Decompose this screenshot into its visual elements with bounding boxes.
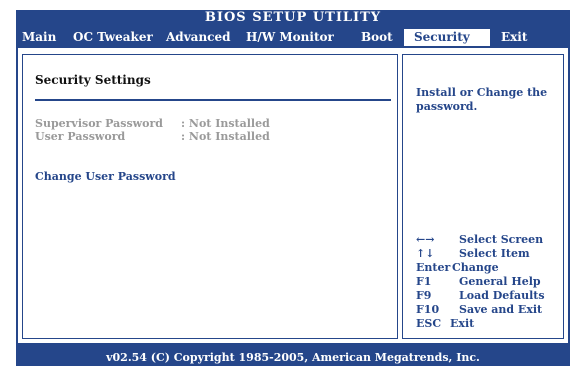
key-name: F9	[416, 289, 432, 302]
key-row: ←→ Select Screen	[416, 233, 561, 247]
menu-bar: Main OC Tweaker Advanced H/W Monitor Boo…	[16, 29, 570, 46]
menu-boot[interactable]: Boot	[361, 29, 393, 46]
key-legend: ←→ Select Screen ↑↓ Select Item Enter Chang…	[416, 233, 561, 331]
key-desc: General Help	[459, 275, 541, 288]
menu-hw-monitor[interactable]: H/W Monitor	[246, 29, 334, 46]
copyright-footer: v02.54 (C) Copyright 1985-2005, American…	[106, 351, 480, 364]
key-row: Enter Change	[416, 261, 561, 275]
help-pane: Install or Change the password. ←→ Select…	[402, 54, 564, 339]
help-text: Install or Change the password.	[416, 86, 548, 113]
change-supervisor-password-item[interactable]: Change Supervisor Password	[35, 157, 213, 170]
user-password-label: User Password	[35, 130, 126, 143]
key-row: F9 Load Defaults	[416, 289, 561, 303]
menu-oc-tweaker[interactable]: OC Tweaker	[73, 29, 153, 46]
key-desc: Load Defaults	[459, 289, 545, 302]
settings-pane: Security Settings Supervisor Password : N…	[22, 54, 398, 339]
content-panel: Security Settings Supervisor Password : N…	[18, 48, 568, 343]
supervisor-password-label: Supervisor Password	[35, 117, 163, 130]
key-name: ESC	[416, 317, 442, 330]
change-user-password-item[interactable]: Change User Password	[35, 170, 176, 183]
key-row: F1 General Help	[416, 275, 561, 289]
key-name: F1	[416, 275, 432, 288]
window-title: BIOS SETUP UTILITY	[204, 10, 382, 25]
menu-advanced[interactable]: Advanced	[166, 29, 231, 46]
arrows-vertical-icon: ↑↓	[416, 247, 435, 260]
key-row: ESC Exit	[416, 317, 561, 331]
menu-exit[interactable]: Exit	[501, 29, 527, 46]
key-desc: Save and Exit	[459, 303, 543, 316]
heading-divider	[35, 99, 391, 101]
key-row: ↑↓ Select Item	[416, 247, 561, 261]
key-desc: Exit	[450, 317, 475, 330]
bios-screen: BIOS SETUP UTILITY Main OC Tweaker Advan…	[16, 10, 570, 366]
supervisor-password-status: : Not Installed	[181, 117, 270, 130]
supervisor-password-row: Supervisor Password : Not Installed	[35, 117, 270, 130]
arrows-horizontal-icon: ←→	[416, 233, 435, 246]
menu-security[interactable]: Security	[404, 29, 490, 46]
key-desc: Change	[452, 261, 499, 274]
key-name: F10	[416, 303, 440, 316]
user-password-row: User Password : Not Installed	[35, 130, 270, 143]
key-desc: Select Item	[459, 247, 530, 260]
key-row: F10 Save and Exit	[416, 303, 561, 317]
section-heading: Security Settings	[35, 73, 151, 87]
user-password-status: : Not Installed	[181, 130, 270, 143]
key-desc: Select Screen	[459, 233, 544, 246]
menu-main[interactable]: Main	[22, 29, 56, 46]
key-name: Enter	[416, 261, 451, 274]
